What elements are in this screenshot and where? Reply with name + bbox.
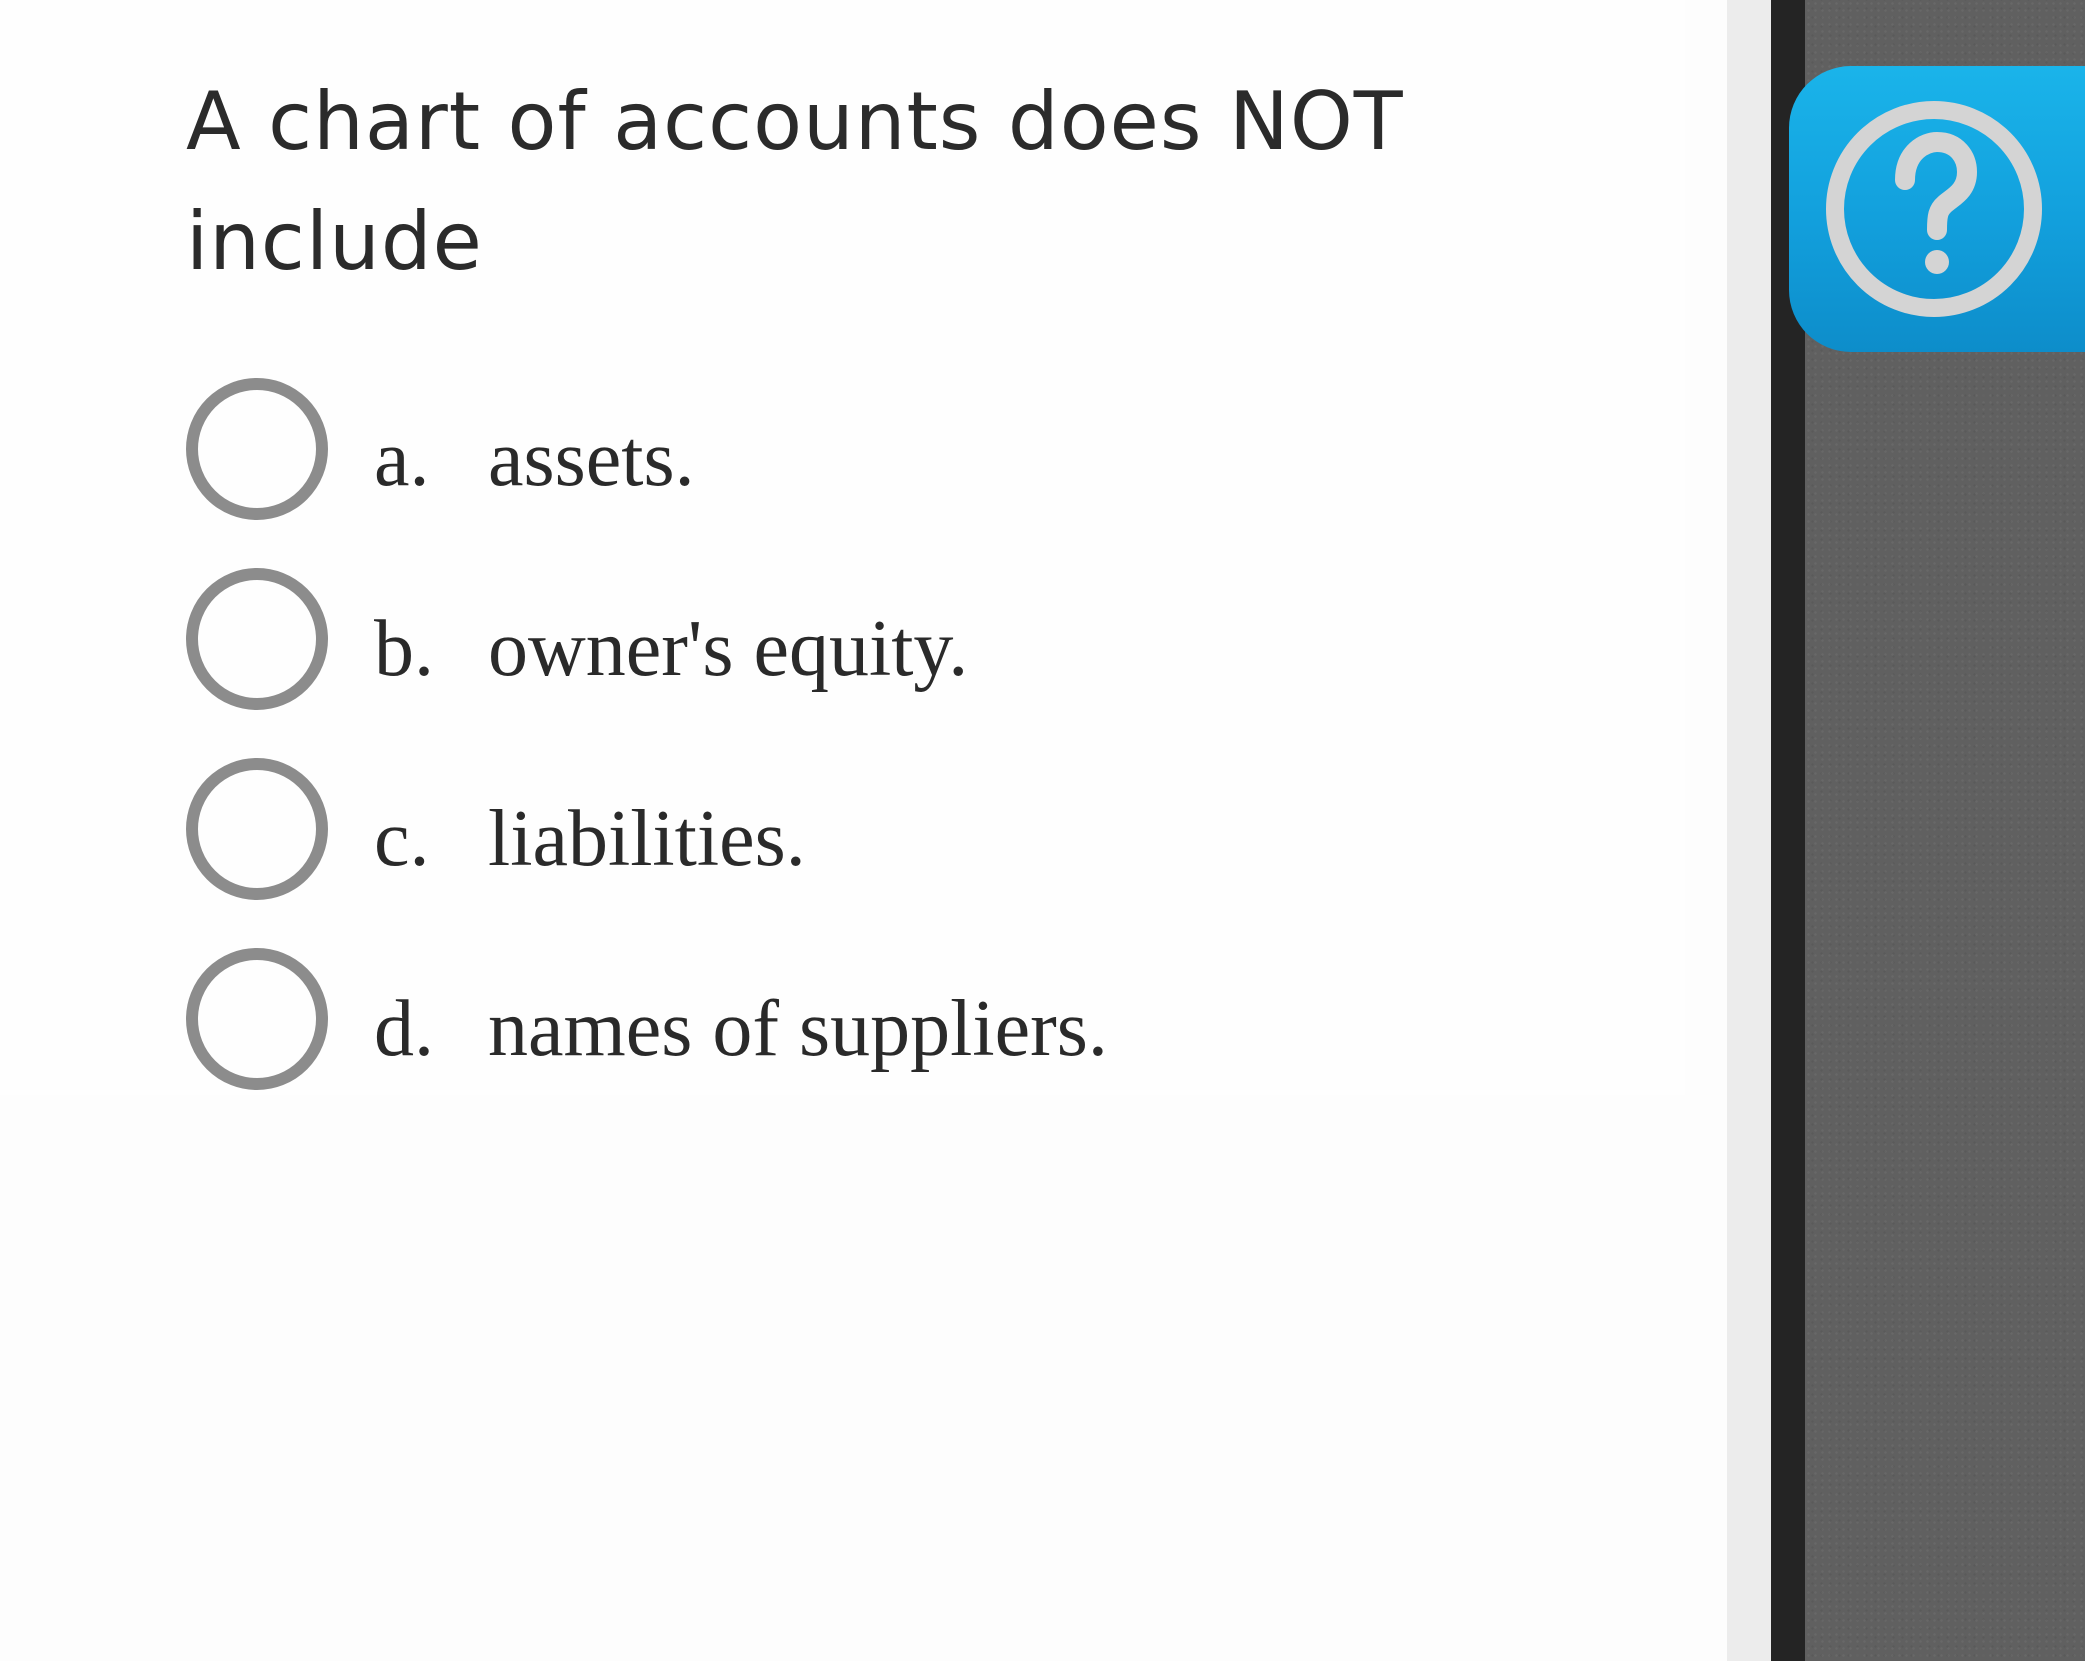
option-text: assets. [488, 415, 695, 503]
option-text: names of suppliers. [488, 985, 1108, 1073]
option-letter: b. [374, 605, 434, 693]
option-a[interactable]: a. assets. [186, 376, 1586, 566]
option-letter: a. [374, 415, 430, 503]
radio-button-a[interactable] [186, 378, 328, 520]
option-letter: c. [374, 795, 430, 883]
option-letter: d. [374, 985, 434, 1073]
radio-button-b[interactable] [186, 568, 328, 710]
radio-button-c[interactable] [186, 758, 328, 900]
answer-options: a. assets. b. owner's equity. c. liabili… [186, 376, 1586, 1136]
help-button[interactable] [1789, 66, 2085, 352]
option-c[interactable]: c. liabilities. [186, 756, 1586, 946]
question-mark-icon [1826, 101, 2042, 317]
question-card: A chart of accounts does NOT include a. … [0, 0, 1685, 1095]
option-b[interactable]: b. owner's equity. [186, 566, 1586, 756]
option-d[interactable]: d. names of suppliers. [186, 946, 1586, 1136]
option-text: owner's equity. [488, 605, 969, 693]
option-text: liabilities. [488, 795, 806, 883]
question-text: A chart of accounts does NOT include [186, 75, 1404, 288]
panel-divider [1727, 0, 1771, 1661]
radio-button-d[interactable] [186, 948, 328, 1090]
question-panel: A chart of accounts does NOT include a. … [0, 0, 1685, 1661]
